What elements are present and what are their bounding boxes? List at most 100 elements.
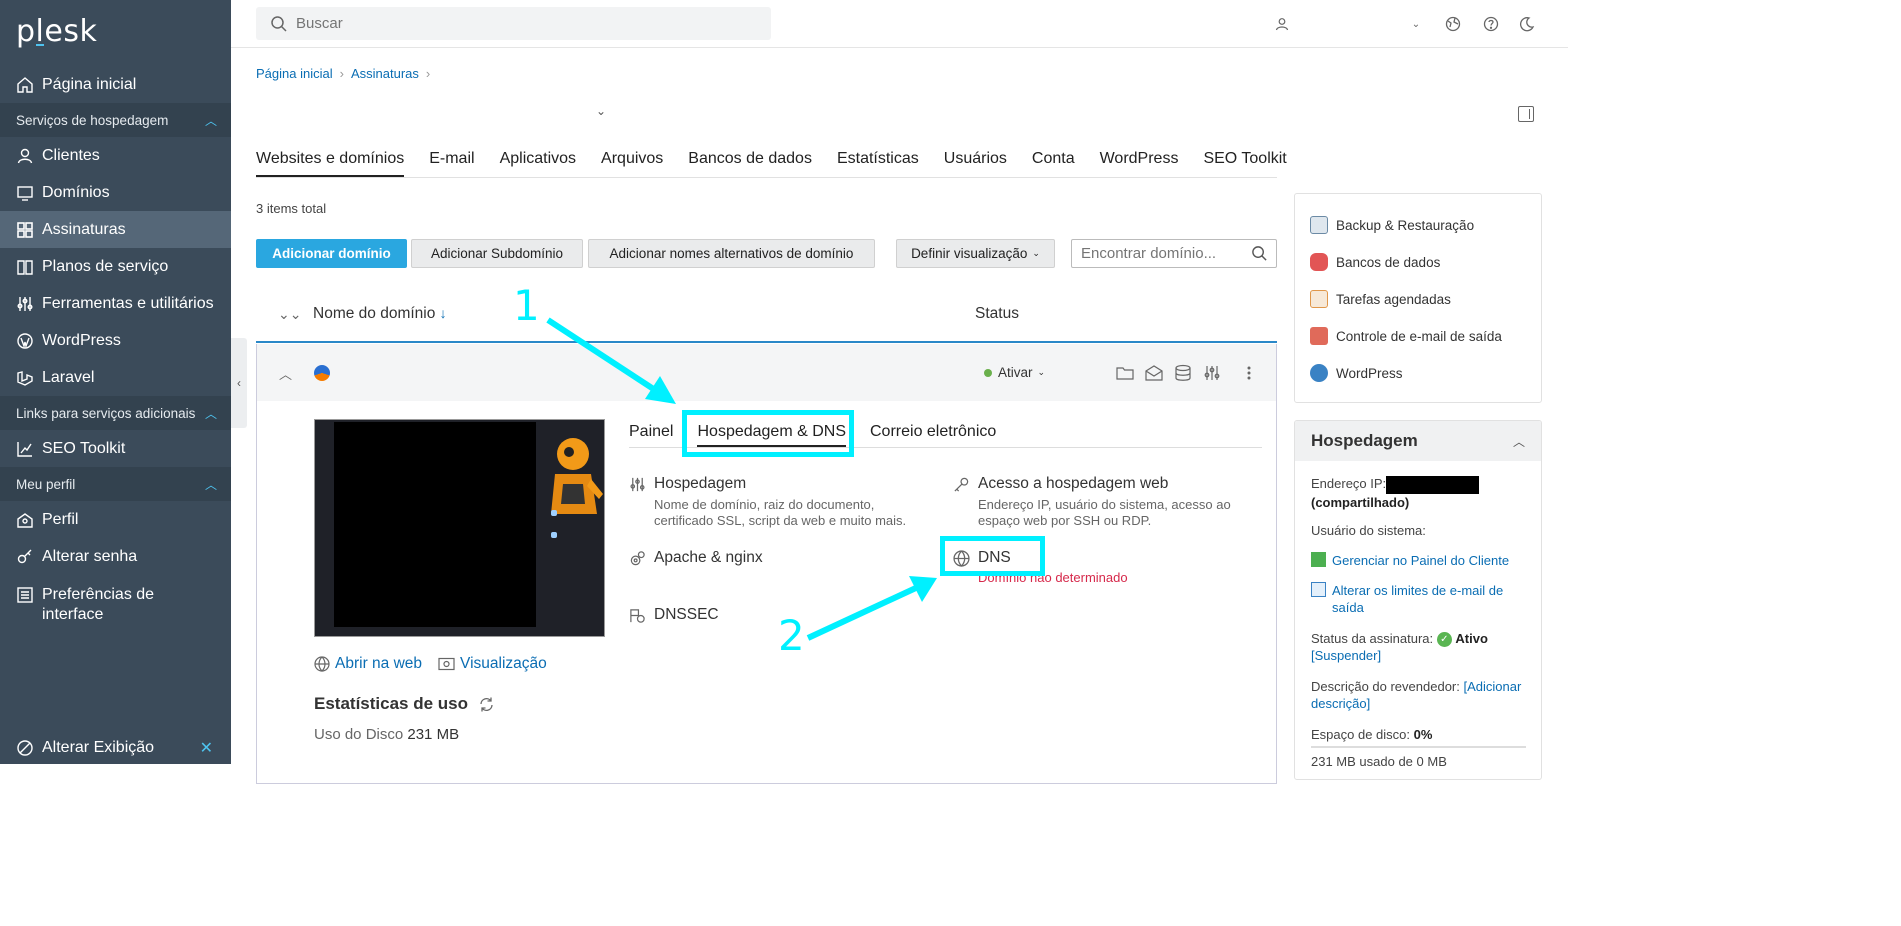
tool-hosting[interactable]: Hospedagem Nome de domínio, raiz do docu… [629,475,929,529]
column-status[interactable]: Status [975,305,1019,323]
annotation-box-hosting-dns [682,410,854,457]
tab-statistics[interactable]: Estatísticas [837,150,919,177]
sidebar-item-home[interactable]: Página inicial [0,66,231,103]
subscription-selector[interactable] [248,86,595,135]
expand-all-icon[interactable]: ⌄⌄ [278,306,301,323]
tab-email[interactable]: E-mail [429,150,474,177]
sidebar-item-password[interactable]: Alterar senha [0,538,231,575]
sidebar-item-domains[interactable]: Domínios [0,174,231,211]
disk-space-progress [1311,746,1526,748]
domain-favicon-icon [314,365,330,381]
change-view-button[interactable]: Alterar Exibição ✕ [0,732,231,764]
help-center-button[interactable] [1443,14,1463,34]
website-preview-thumbnail[interactable] [314,419,605,637]
find-domain-input[interactable] [1081,245,1251,262]
side-link-wordpress[interactable]: WordPress [1310,364,1403,382]
tab-files[interactable]: Arquivos [601,150,663,177]
search-icon[interactable] [1251,245,1268,262]
chevron-up-icon[interactable]: ︿ [279,364,292,383]
tab-seo-toolkit[interactable]: SEO Toolkit [1203,150,1286,177]
tool-apache-nginx[interactable]: Apache & nginx [629,549,929,567]
domain-status-dropdown[interactable]: Ativar ⌄ [984,365,1045,380]
sidebar-item-label: Preferências de interface [42,586,155,623]
tab-users[interactable]: Usuários [944,150,1007,177]
more-options-icon[interactable] [1239,363,1259,383]
tab-dashboard[interactable]: Painel [629,423,673,447]
sidebar-section-profile[interactable]: Meu perfil ︿ [0,467,231,501]
sidebar-item-laravel[interactable]: Laravel [0,359,231,396]
side-link-scheduled-tasks[interactable]: Tarefas agendadas [1310,290,1451,308]
chevron-down-icon: ⌄ [1032,248,1040,258]
section-label: Serviços de hospedagem [16,112,169,128]
add-subdomain-button[interactable]: Adicionar Subdomínio [411,239,583,268]
sliders-icon[interactable] [1202,363,1222,383]
monitor-icon [16,184,34,202]
open-in-web-label: Abrir na web [335,655,423,672]
sidebar-item-plans[interactable]: Planos de serviço [0,248,231,285]
tabs-divider [256,177,1277,178]
backup-icon [1310,216,1328,234]
sidebar-item-label: Laravel [42,368,95,386]
tab-websites-domains[interactable]: Websites e domínios [256,150,405,177]
chevron-down-icon[interactable]: ⌄ [596,104,606,118]
add-domain-alias-button[interactable]: Adicionar nomes alternativos de domínio [588,239,875,268]
side-panel-toggle-icon[interactable] [1518,106,1534,122]
sidebar-item-tools[interactable]: Ferramentas e utilitários [0,285,231,322]
sidebar-section-links[interactable]: Links para serviços adicionais ︿ [0,396,231,430]
sidebar-item-subscriptions[interactable]: Assinaturas [0,211,231,248]
sidebar-collapse-handle[interactable]: ‹ [231,338,247,428]
view-settings-button[interactable]: Definir visualização ⌄ [896,239,1055,268]
chevron-down-icon: ⌄ [1037,367,1046,377]
manage-customer-panel-link[interactable]: Gerenciar no Painel do Cliente [1311,552,1531,569]
column-domain-name[interactable]: Nome do domínio ↓ [313,305,447,323]
sidebar-item-label: SEO Toolkit [42,439,126,457]
tool-title: Apache & nginx [654,549,763,566]
add-domain-button[interactable]: Adicionar domínio [256,239,407,268]
plesk-logo[interactable]: plesk [16,14,97,49]
side-link-databases[interactable]: Bancos de dados [1310,253,1440,271]
database-icon[interactable] [1173,363,1193,383]
user-menu-dropdown[interactable]: ⌄ [1406,14,1426,34]
hosting-card-header[interactable]: Hospedagem ︿ [1295,421,1541,461]
ip-address-row: Endereço IP: (compartilhado) [1311,475,1531,511]
side-link-outgoing-mail[interactable]: Controle de e-mail de saída [1310,327,1502,345]
breadcrumb-subscriptions[interactable]: Assinaturas [351,66,419,81]
side-link-label: Backup & Restauração [1336,217,1475,233]
sidebar-item-profile[interactable]: Perfil [0,501,231,538]
user-menu[interactable] [1272,14,1292,34]
tab-wordpress[interactable]: WordPress [1100,150,1179,177]
mail-icon[interactable] [1144,363,1164,383]
sidebar-item-wordpress[interactable]: WordPress [0,322,231,359]
ip-label: Endereço IP: [1311,476,1387,491]
hosting-info-card: Hospedagem ︿ Endereço IP: (compartilhado) … [1294,420,1542,780]
usage-stats-label: Estatísticas de uso [314,694,469,713]
mail-limits-link[interactable]: Alterar os limites de e-mail de saída [1311,582,1531,616]
suspend-link[interactable]: [Suspender] [1311,648,1381,663]
close-icon[interactable]: ✕ [200,738,213,758]
search-box[interactable] [256,7,771,40]
sidebar-item-seo[interactable]: SEO Toolkit [0,430,231,467]
search-input[interactable] [296,15,746,32]
tab-account[interactable]: Conta [1032,150,1075,177]
user-icon [16,147,34,165]
open-in-web-link[interactable]: Abrir na web [314,655,422,673]
tab-applications[interactable]: Aplicativos [500,150,576,177]
preview-link[interactable]: Visualização [438,655,547,673]
tab-databases[interactable]: Bancos de dados [688,150,812,177]
theme-toggle-button[interactable] [1517,14,1537,34]
annotation-number-2: 2 [778,611,805,660]
refresh-icon[interactable] [478,696,495,713]
disk-used-row: 231 MB usado de 0 MB [1311,754,1447,769]
breadcrumb-home[interactable]: Página inicial [256,66,333,81]
help-button[interactable] [1481,14,1501,34]
disk-space-value: 0% [1413,727,1433,742]
side-link-backup[interactable]: Backup & Restauração [1310,216,1474,234]
sidebar-item-preferences[interactable]: Preferências de interface [0,575,231,635]
sidebar-item-clients[interactable]: Clientes [0,137,231,174]
grid-icon [16,221,34,239]
sidebar-section-hosting[interactable]: Serviços de hospedagem ︿ [0,103,231,137]
tab-mail[interactable]: Correio eletrônico [870,423,996,447]
tool-web-hosting-access[interactable]: Acesso a hospedagem web Endereço IP, usu… [953,475,1253,529]
folder-icon[interactable] [1115,363,1135,383]
find-domain-box[interactable] [1071,239,1277,268]
